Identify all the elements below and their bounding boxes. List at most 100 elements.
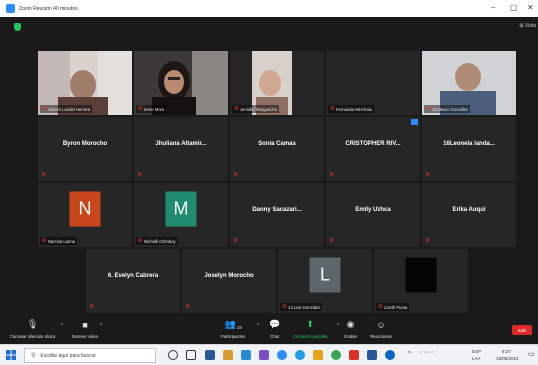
record-button[interactable]: ◉ Grabar <box>344 316 357 339</box>
zoom-meeting-icon[interactable] <box>385 350 395 360</box>
taskbar-search-input[interactable]: ⚲ Escribe aquí para buscar <box>24 348 156 363</box>
participant-tile[interactable]: Sonia Camas ⊘ <box>230 117 324 181</box>
avatar-letter: L <box>319 264 330 285</box>
participant-tile[interactable]: Byron Morocho ⊘ <box>38 117 132 181</box>
participant-name-tag: ⊘ 15.Marco González <box>424 105 471 113</box>
participant-tile[interactable]: Joselyn Morocho ⊘ <box>182 249 276 313</box>
video-options-caret-icon[interactable]: ^ <box>100 323 102 329</box>
mute-button[interactable]: 🎙 Cancelar silenciar ahora <box>10 316 55 339</box>
participant-name: 15.Marco González <box>432 106 469 112</box>
participant-name-tag: ⊘ Michelli Chimbay <box>136 237 178 245</box>
edge-icon[interactable] <box>295 350 305 360</box>
participant-name-tag: ⊘ 14.Luis González <box>280 303 323 311</box>
mic-muted-icon: ⊘ <box>89 304 95 310</box>
participant-name: 6. Evelyn Cabrera <box>107 273 159 280</box>
cortana-icon[interactable] <box>168 350 178 360</box>
reactions-button[interactable]: ☺ Reacciones <box>370 316 392 339</box>
audio-options-caret-icon[interactable]: ^ <box>61 323 63 329</box>
leave-button[interactable]: Salir <box>512 325 532 335</box>
participant-tile[interactable]: N ⊘ Narcisa Lanna <box>38 183 132 247</box>
view-button[interactable]: ⊞ Vista <box>519 23 536 29</box>
participant-tile[interactable]: Erika Auqui ⊘ <box>422 183 516 247</box>
word-icon[interactable] <box>367 350 377 360</box>
avatar: L <box>309 257 341 293</box>
chat-label: Chat <box>270 334 280 339</box>
participants-count: 19 <box>236 325 242 330</box>
participant-name: Joselyn Morocho <box>204 273 254 280</box>
participant-tile[interactable]: ⊘ Steven Landel Herrera <box>38 51 132 115</box>
participant-name: Byron Morocho <box>62 141 108 148</box>
mic-muted-icon: ⊘ <box>329 238 335 244</box>
participant-tile[interactable]: 16Leonela landa... ⊘ <box>422 117 516 181</box>
input-language[interactable]: ESP <box>472 349 481 354</box>
input-region[interactable]: LAA <box>472 356 481 361</box>
participant-name: Sonia Camas <box>258 141 296 148</box>
mail-icon[interactable] <box>241 350 251 360</box>
mic-muted-icon: ⊘ <box>330 106 336 112</box>
mic-muted-icon: ⊘ <box>234 106 240 112</box>
video-label: Detener video <box>72 334 99 339</box>
participants-options-caret-icon[interactable]: ^ <box>257 323 259 329</box>
clock-date[interactable]: 19/05/2021 <box>496 356 519 361</box>
windows-start-icon[interactable] <box>6 350 16 360</box>
search-icon: ⚲ <box>31 353 36 359</box>
mic-muted-icon: ⊘ <box>42 238 48 244</box>
mic-muted-icon: ⊘ <box>426 106 432 112</box>
mic-muted-icon: ⊘ <box>425 172 431 178</box>
mic-muted-icon: ⊘ <box>329 172 335 178</box>
participant-tile[interactable]: Emily Uzhca ⊘ <box>326 183 420 247</box>
participant-tile[interactable]: ⊘ Lizeth Puma <box>374 249 468 313</box>
stop-video-button[interactable]: ■ Detener video <box>72 316 98 339</box>
share-options-caret-icon[interactable]: ^ <box>337 323 339 329</box>
participant-name: Danny Sacazari... <box>252 207 302 214</box>
clock-time[interactable]: 8:27 <box>502 349 511 354</box>
participant-tile[interactable]: ⊘ Jennifer Marguecho <box>230 51 324 115</box>
participants-label: Participantes <box>221 334 246 339</box>
tray-icons[interactable]: ◦ ◦ ◦ ◦ <box>420 350 434 356</box>
participant-name-tag: ⊘ Narcisa Lanna <box>40 237 78 245</box>
participant-name: Lizeth Puma <box>384 304 408 310</box>
participant-tile[interactable]: 6. Evelyn Cabrera ⊘ <box>86 249 180 313</box>
share-screen-button[interactable]: ⬆ Compartir pantalla <box>293 316 327 339</box>
participant-tile-active-speaker[interactable]: ⊘ Irene Mora <box>134 51 228 115</box>
minimize-button[interactable]: – <box>491 3 495 12</box>
maximize-button[interactable]: ▢ <box>510 3 518 12</box>
participant-name: Michelli Chimbay <box>144 238 176 244</box>
participant-name-tag: ⊘ Lizeth Puma <box>376 303 410 311</box>
chat-button[interactable]: 💬 Chat <box>269 316 280 339</box>
reactions-icon: ☺ <box>376 320 386 330</box>
avatar-letter: N <box>78 198 92 219</box>
screen-share-icon <box>411 119 418 125</box>
participant-name: Fernanda Minchala <box>336 106 372 112</box>
participant-tile[interactable]: L ⊘ 14.Luis González <box>278 249 372 313</box>
store-icon[interactable] <box>205 350 215 360</box>
participant-tile[interactable]: CRISTOPHER RIV... ⊘ <box>326 117 420 181</box>
participant-name: Jhuliana Altamir... <box>155 141 207 148</box>
app-icon[interactable] <box>349 350 359 360</box>
participant-tile[interactable]: ⊘ 15.Marco González <box>422 51 516 115</box>
task-view-icon[interactable] <box>186 350 196 360</box>
avatar: N <box>69 191 101 227</box>
mic-muted-icon: ⊘ <box>233 238 239 244</box>
onenote-icon[interactable] <box>259 350 269 360</box>
file-explorer-icon[interactable] <box>223 350 233 360</box>
participant-tile[interactable]: Danny Sacazari... ⊘ <box>230 183 324 247</box>
meeting-controls: 🎙 Cancelar silenciar ahora ^ ■ Detener v… <box>0 316 538 344</box>
security-shield-icon[interactable] <box>14 23 21 31</box>
participant-tile[interactable]: Jhuliana Altamir... ⊘ <box>134 117 228 181</box>
record-label: Grabar <box>344 334 358 339</box>
tray-overflow-icon[interactable]: ^ <box>408 351 411 357</box>
participant-name: 14.Luis González <box>288 304 321 310</box>
mic-muted-icon: ⊘ <box>282 304 288 310</box>
reactions-label: Reacciones <box>370 334 392 339</box>
zoom-app-icon[interactable] <box>277 350 287 360</box>
participant-tile[interactable]: ⊘ Fernanda Minchala <box>326 51 420 115</box>
mic-muted-icon: ⊘ <box>185 304 191 310</box>
notifications-icon[interactable]: ▭ <box>528 350 535 358</box>
participants-button[interactable]: 👥 19 Participantes <box>221 316 245 339</box>
powerpoint-icon[interactable] <box>313 350 323 360</box>
close-button[interactable]: ✕ <box>527 3 534 12</box>
participant-tile[interactable]: M ⊘ Michelli Chimbay <box>134 183 228 247</box>
chrome-icon[interactable] <box>331 350 341 360</box>
participant-name: Emily Uzhca <box>355 207 391 214</box>
